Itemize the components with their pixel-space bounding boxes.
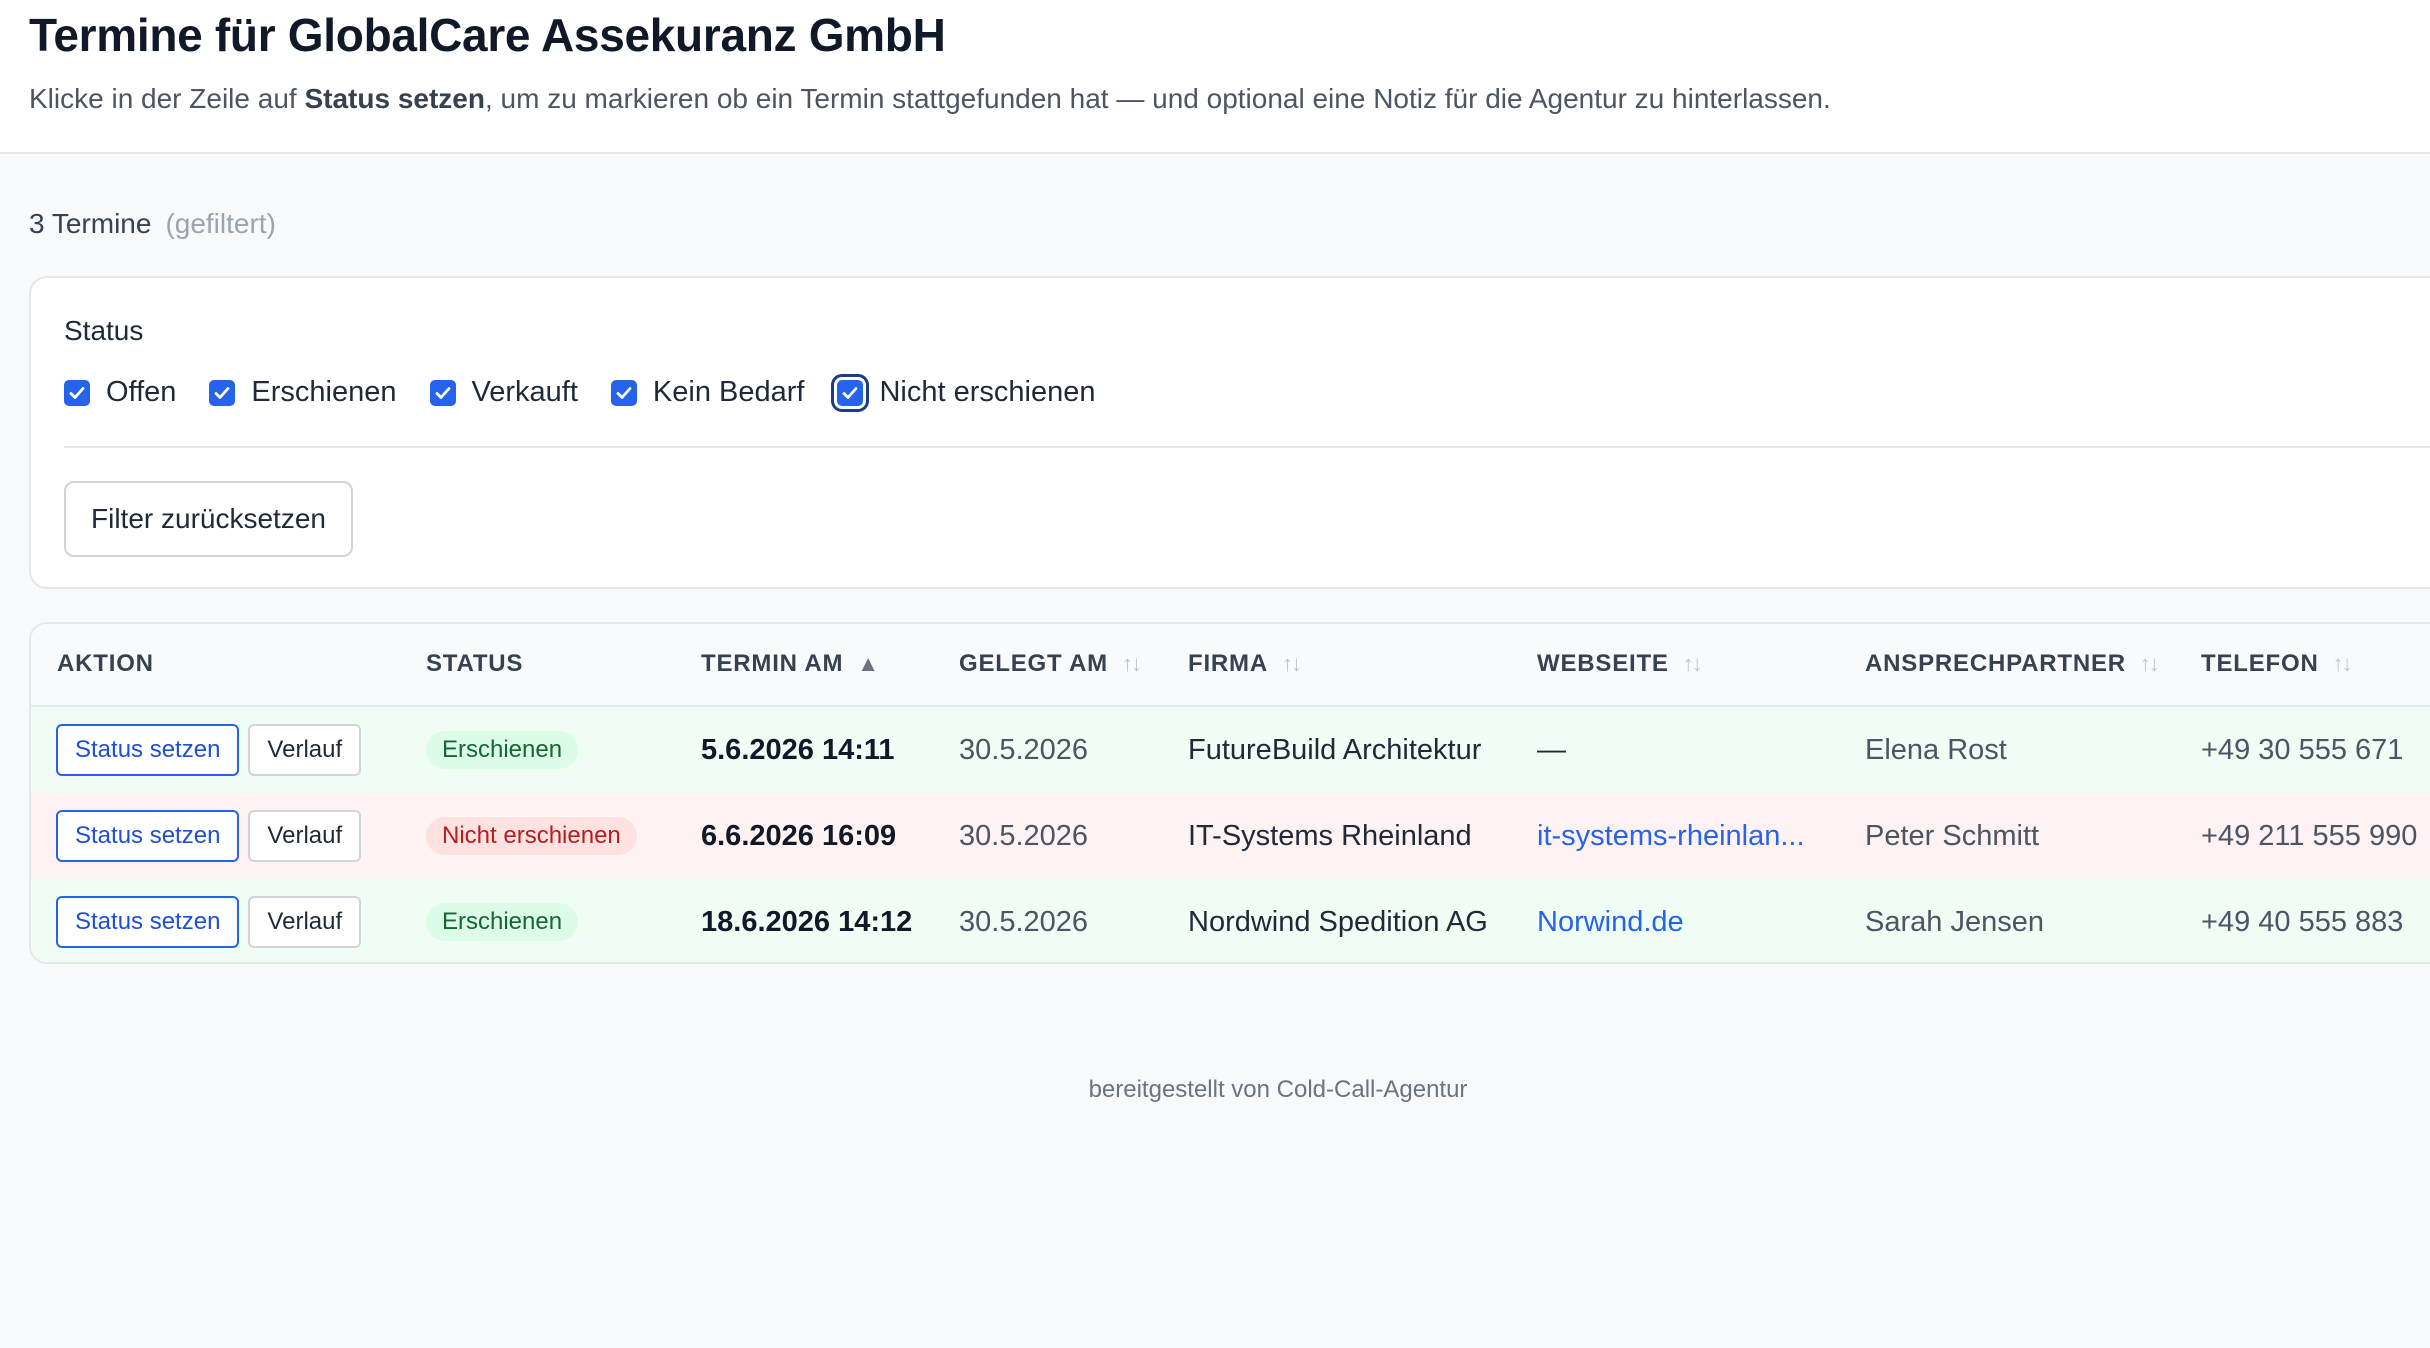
ansprechpartner-cell: Peter Schmitt: [1865, 819, 2040, 852]
column-label: AKTION: [57, 650, 154, 677]
column-header-status: STATUS: [426, 650, 523, 678]
filter-panel: Status Offen Erschienen Verkauft Kein Be…: [29, 276, 2430, 589]
telefon-cell: +49 40 555 883: [2201, 905, 2404, 938]
checkbox-nicht-erschienen[interactable]: [831, 373, 870, 412]
column-header-ansprechpartner[interactable]: ANSPRECHPARTNER ↑↓: [1865, 650, 2160, 678]
column-label: WEBSEITE: [1537, 650, 1669, 677]
column-label: ANSPRECHPARTNER: [1865, 650, 2126, 677]
check-icon: [69, 386, 85, 399]
check-icon: [215, 386, 230, 399]
count-text: 3 Termine: [29, 208, 152, 239]
set-status-button[interactable]: Status setzen: [56, 724, 240, 776]
reset-filter-button[interactable]: Filter zurücksetzen: [64, 481, 353, 557]
status-badge: Erschienen: [426, 731, 579, 769]
firma-cell: FutureBuild Architektur: [1188, 733, 1482, 766]
sort-icon[interactable]: ↑↓: [2333, 651, 2353, 677]
sort-icon[interactable]: ↑↓: [2140, 651, 2160, 677]
status-filter-options: Offen Erschienen Verkauft Kein Bedarf Ni…: [64, 373, 1128, 412]
telefon-cell: +49 211 555 990: [2201, 819, 2418, 852]
filter-option-nicht-erschienen[interactable]: Nicht erschienen: [831, 373, 1096, 412]
sort-icon[interactable]: ↑↓: [1122, 651, 1142, 677]
page-hint: Klicke in der Zeile auf Status setzen, u…: [29, 83, 2401, 115]
appointment-count: 3 Termine (gefiltert): [29, 208, 276, 240]
filtered-indicator: (gefiltert): [165, 208, 276, 239]
status-badge: Nicht erschienen: [426, 817, 637, 855]
table-row: Status setzen Verlauf Erschienen 5.6.202…: [31, 707, 2430, 793]
status-badge: Erschienen: [426, 903, 579, 941]
filter-option-label: Offen: [106, 376, 177, 408]
check-icon: [435, 386, 450, 399]
filter-option-label: Verkauft: [471, 376, 578, 408]
footer-credit: bereitgestellt von Cold-Call-Agentur: [1088, 1076, 1468, 1103]
filter-option-kein-bedarf[interactable]: Kein Bedarf: [610, 376, 805, 409]
column-header-webseite[interactable]: WEBSEITE ↑↓: [1537, 650, 1703, 678]
filter-option-verkauft[interactable]: Verkauft: [429, 376, 578, 409]
sort-ascending-icon[interactable]: ▲: [857, 651, 879, 677]
column-header-gelegt-am[interactable]: GELEGT AM ↑↓: [959, 650, 1142, 678]
check-icon: [843, 386, 858, 399]
filter-option-label: Nicht erschienen: [879, 376, 1096, 408]
ansprechpartner-cell: Elena Rost: [1865, 733, 2007, 766]
row-actions: Status setzen Verlauf: [56, 793, 362, 879]
hint-text-before: Klicke in der Zeile auf: [29, 83, 305, 114]
filter-option-label: Erschienen: [251, 376, 397, 408]
termin-cell: 18.6.2026 14:12: [701, 905, 913, 938]
webseite-cell: Norwind.de: [1537, 879, 1684, 962]
checkbox-verkauft[interactable]: [429, 379, 456, 406]
status-filter-label: Status: [64, 315, 144, 346]
filter-option-erschienen[interactable]: Erschienen: [209, 376, 397, 409]
website-link[interactable]: it-systems-rheinlan...: [1537, 820, 1805, 853]
sort-icon[interactable]: ↑↓: [1282, 651, 1302, 677]
column-header-telefon[interactable]: TELEFON ↑↓: [2201, 650, 2353, 678]
termin-cell: 6.6.2026 16:09: [701, 819, 897, 852]
history-button[interactable]: Verlauf: [248, 896, 362, 948]
status-cell: Nicht erschienen: [426, 793, 637, 879]
page-title: Termine für GlobalCare Assekuranz GmbH: [29, 9, 946, 61]
row-actions: Status setzen Verlauf: [56, 879, 362, 962]
column-label: TELEFON: [2201, 650, 2319, 677]
hint-text-after: , um zu markieren ob ein Termin stattgef…: [484, 83, 1831, 114]
ansprechpartner-cell: Sarah Jensen: [1865, 905, 2044, 938]
termin-cell: 5.6.2026 14:11: [701, 733, 895, 766]
hint-text-bold: Status setzen: [304, 83, 485, 114]
history-button[interactable]: Verlauf: [248, 724, 362, 776]
checkbox-erschienen[interactable]: [209, 379, 236, 406]
row-actions: Status setzen Verlauf: [56, 707, 362, 793]
telefon-cell: +49 30 555 671: [2201, 733, 2404, 766]
webseite-cell: —: [1537, 733, 1566, 766]
column-label: STATUS: [426, 650, 524, 677]
set-status-button[interactable]: Status setzen: [56, 810, 240, 862]
history-button[interactable]: Verlauf: [248, 810, 362, 862]
website-link[interactable]: Norwind.de: [1537, 906, 1684, 939]
firma-cell: IT-Systems Rheinland: [1188, 819, 1472, 852]
set-status-button[interactable]: Status setzen: [56, 896, 240, 948]
column-header-firma[interactable]: FIRMA ↑↓: [1188, 650, 1302, 678]
column-header-termin-am[interactable]: TERMIN AM ▲: [701, 650, 879, 678]
page-header: Termine für GlobalCare Assekuranz GmbH K…: [0, 0, 2430, 154]
firma-cell: Nordwind Spedition AG: [1188, 905, 1488, 938]
checkbox-offen[interactable]: [64, 379, 90, 406]
gelegt-cell: 30.5.2026: [959, 733, 1089, 766]
gelegt-cell: 30.5.2026: [959, 905, 1089, 938]
checkbox-kein-bedarf[interactable]: [610, 379, 637, 406]
check-icon: [616, 386, 632, 399]
column-header-aktion: AKTION: [57, 650, 154, 678]
sort-icon[interactable]: ↑↓: [1683, 651, 1703, 677]
column-label: GELEGT AM: [959, 650, 1108, 677]
filter-option-offen[interactable]: Offen: [64, 376, 176, 409]
appointments-table: AKTION STATUS TERMIN AM ▲ GELEGT AM ↑↓ FIR…: [29, 622, 2430, 964]
table-header: AKTION STATUS TERMIN AM ▲ GELEGT AM ↑↓ FIR…: [31, 624, 2430, 707]
status-cell: Erschienen: [426, 879, 579, 962]
column-label: TERMIN AM: [701, 650, 844, 677]
filter-divider: [64, 446, 2430, 448]
table-row: Status setzen Verlauf Erschienen 18.6.20…: [31, 879, 2430, 962]
filter-option-label: Kein Bedarf: [652, 376, 805, 408]
table-row: Status setzen Verlauf Nicht erschienen 6…: [31, 793, 2430, 879]
status-cell: Erschienen: [426, 707, 579, 793]
gelegt-cell: 30.5.2026: [959, 819, 1089, 852]
column-label: FIRMA: [1188, 650, 1268, 677]
webseite-cell: it-systems-rheinlan...: [1537, 793, 1805, 879]
